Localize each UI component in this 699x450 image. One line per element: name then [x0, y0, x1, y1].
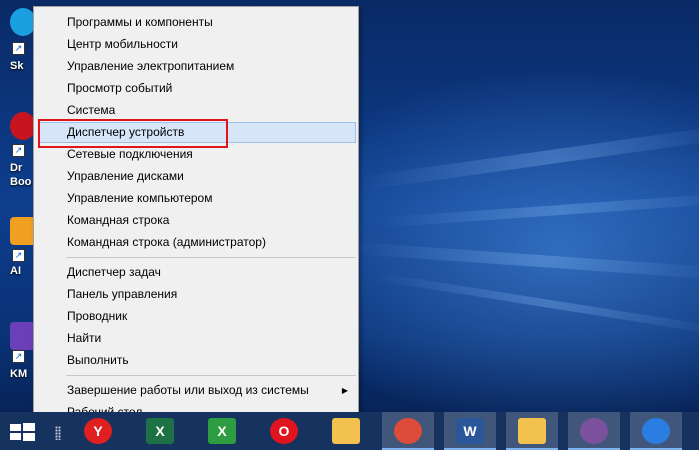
word-icon: W — [456, 418, 484, 444]
menu-separator — [66, 375, 356, 376]
menu-item-label: Система — [67, 103, 116, 117]
taskbar-button[interactable]: W — [444, 412, 496, 450]
menu-item[interactable]: Управление дисками — [38, 166, 356, 187]
menu-item-label: Панель управления — [67, 287, 178, 301]
shortcut-arrow-icon: ↗ — [12, 249, 25, 262]
wallpaper-beam — [380, 192, 699, 228]
taskbar-button[interactable] — [382, 412, 434, 450]
file-explorer-icon-2 — [518, 418, 546, 444]
desktop-icon-label-line2: Boo — [10, 176, 32, 188]
desktop-icon-skype[interactable]: ↗ Sk — [0, 6, 36, 76]
desktop-icon-kmplayer[interactable]: ↗ KM — [0, 320, 36, 390]
excel-green-icon: X — [208, 418, 236, 444]
submenu-arrow-icon: ▶ — [341, 386, 348, 395]
taskbar-button[interactable]: X — [196, 412, 248, 450]
taskbar-button[interactable] — [320, 412, 372, 450]
menu-item[interactable]: Система — [38, 100, 356, 121]
menu-item-label: Проводник — [67, 309, 128, 323]
menu-item[interactable]: Управление компьютером — [38, 188, 356, 209]
menu-item[interactable]: Управление электропитанием — [38, 56, 356, 77]
winx-context-menu: Программы и компоненты Центр мобильности У… — [33, 6, 359, 422]
wallpaper-beam — [360, 123, 699, 191]
taskbar-button[interactable] — [568, 412, 620, 450]
shortcut-arrow-icon: ↗ — [12, 350, 25, 363]
taskbar-button[interactable] — [630, 412, 682, 450]
menu-item[interactable]: Диспетчер задач — [38, 262, 356, 283]
menu-item-label: Управление электропитанием — [67, 59, 235, 73]
shortcut-arrow-icon: ↗ — [12, 144, 25, 157]
menu-item-label: Управление дисками — [67, 169, 184, 183]
menu-item[interactable]: Завершение работы или выход из системы ▶ — [38, 380, 356, 401]
desktop-icon-driver-booster[interactable]: ↗ Dr Boo — [0, 110, 36, 194]
file-explorer-icon — [332, 418, 360, 444]
desktop-icon-label: Dr — [10, 162, 23, 174]
menu-item-label: Центр мобильности — [67, 37, 178, 51]
desktop-icon-aimp[interactable]: ↗ AI — [0, 215, 36, 285]
menu-item[interactable]: Центр мобильности — [38, 34, 356, 55]
menu-item-label: Программы и компоненты — [67, 15, 213, 29]
opera-icon: O — [270, 418, 298, 444]
menu-item-label: Диспетчер задач — [67, 265, 161, 279]
menu-separator — [66, 257, 356, 258]
menu-item[interactable]: Командная строка — [38, 210, 356, 231]
desktop-icon-label: KM — [10, 368, 28, 380]
chrome-icon — [394, 418, 422, 444]
viber-icon — [580, 418, 608, 444]
taskbar-grip-icon — [55, 426, 61, 440]
menu-item[interactable]: Панель управления — [38, 284, 356, 305]
windows-logo-icon — [10, 423, 36, 441]
menu-item[interactable]: Программы и компоненты — [38, 12, 356, 33]
taskbar-button[interactable]: X — [134, 412, 186, 450]
menu-item-label: Командная строка (администратор) — [67, 235, 266, 249]
arrow-app-icon — [642, 418, 670, 444]
taskbar: YXXOW — [0, 412, 699, 450]
menu-item-label: Завершение работы или выход из системы — [67, 383, 309, 397]
menu-item[interactable]: Проводник — [38, 306, 356, 327]
taskbar-button[interactable]: Y — [72, 412, 124, 450]
yandex-browser-icon: Y — [84, 418, 112, 444]
desktop-icon-label: Sk — [10, 60, 24, 72]
menu-item-label: Выполнить — [67, 353, 129, 367]
wallpaper-beam — [371, 271, 699, 337]
menu-item-label: Управление компьютером — [67, 191, 213, 205]
shortcut-arrow-icon: ↗ — [12, 42, 25, 55]
menu-item-label: Командная строка — [67, 213, 170, 227]
menu-item[interactable]: Выполнить — [38, 350, 356, 371]
desktop-icon-label: AI — [10, 265, 21, 277]
excel-icon: X — [146, 418, 174, 444]
menu-item[interactable]: Просмотр событий — [38, 78, 356, 99]
menu-item-label: Сетевые подключения — [67, 147, 193, 161]
menu-item[interactable]: Найти — [38, 328, 356, 349]
menu-item-label: Найти — [67, 331, 102, 345]
taskbar-button[interactable] — [506, 412, 558, 450]
highlight-annotation-box — [38, 119, 228, 148]
taskbar-button[interactable]: O — [258, 412, 310, 450]
start-button[interactable] — [0, 412, 48, 450]
menu-item-label: Просмотр событий — [67, 81, 173, 95]
menu-item[interactable]: Командная строка (администратор) — [38, 232, 356, 253]
wallpaper-beam — [350, 241, 699, 281]
